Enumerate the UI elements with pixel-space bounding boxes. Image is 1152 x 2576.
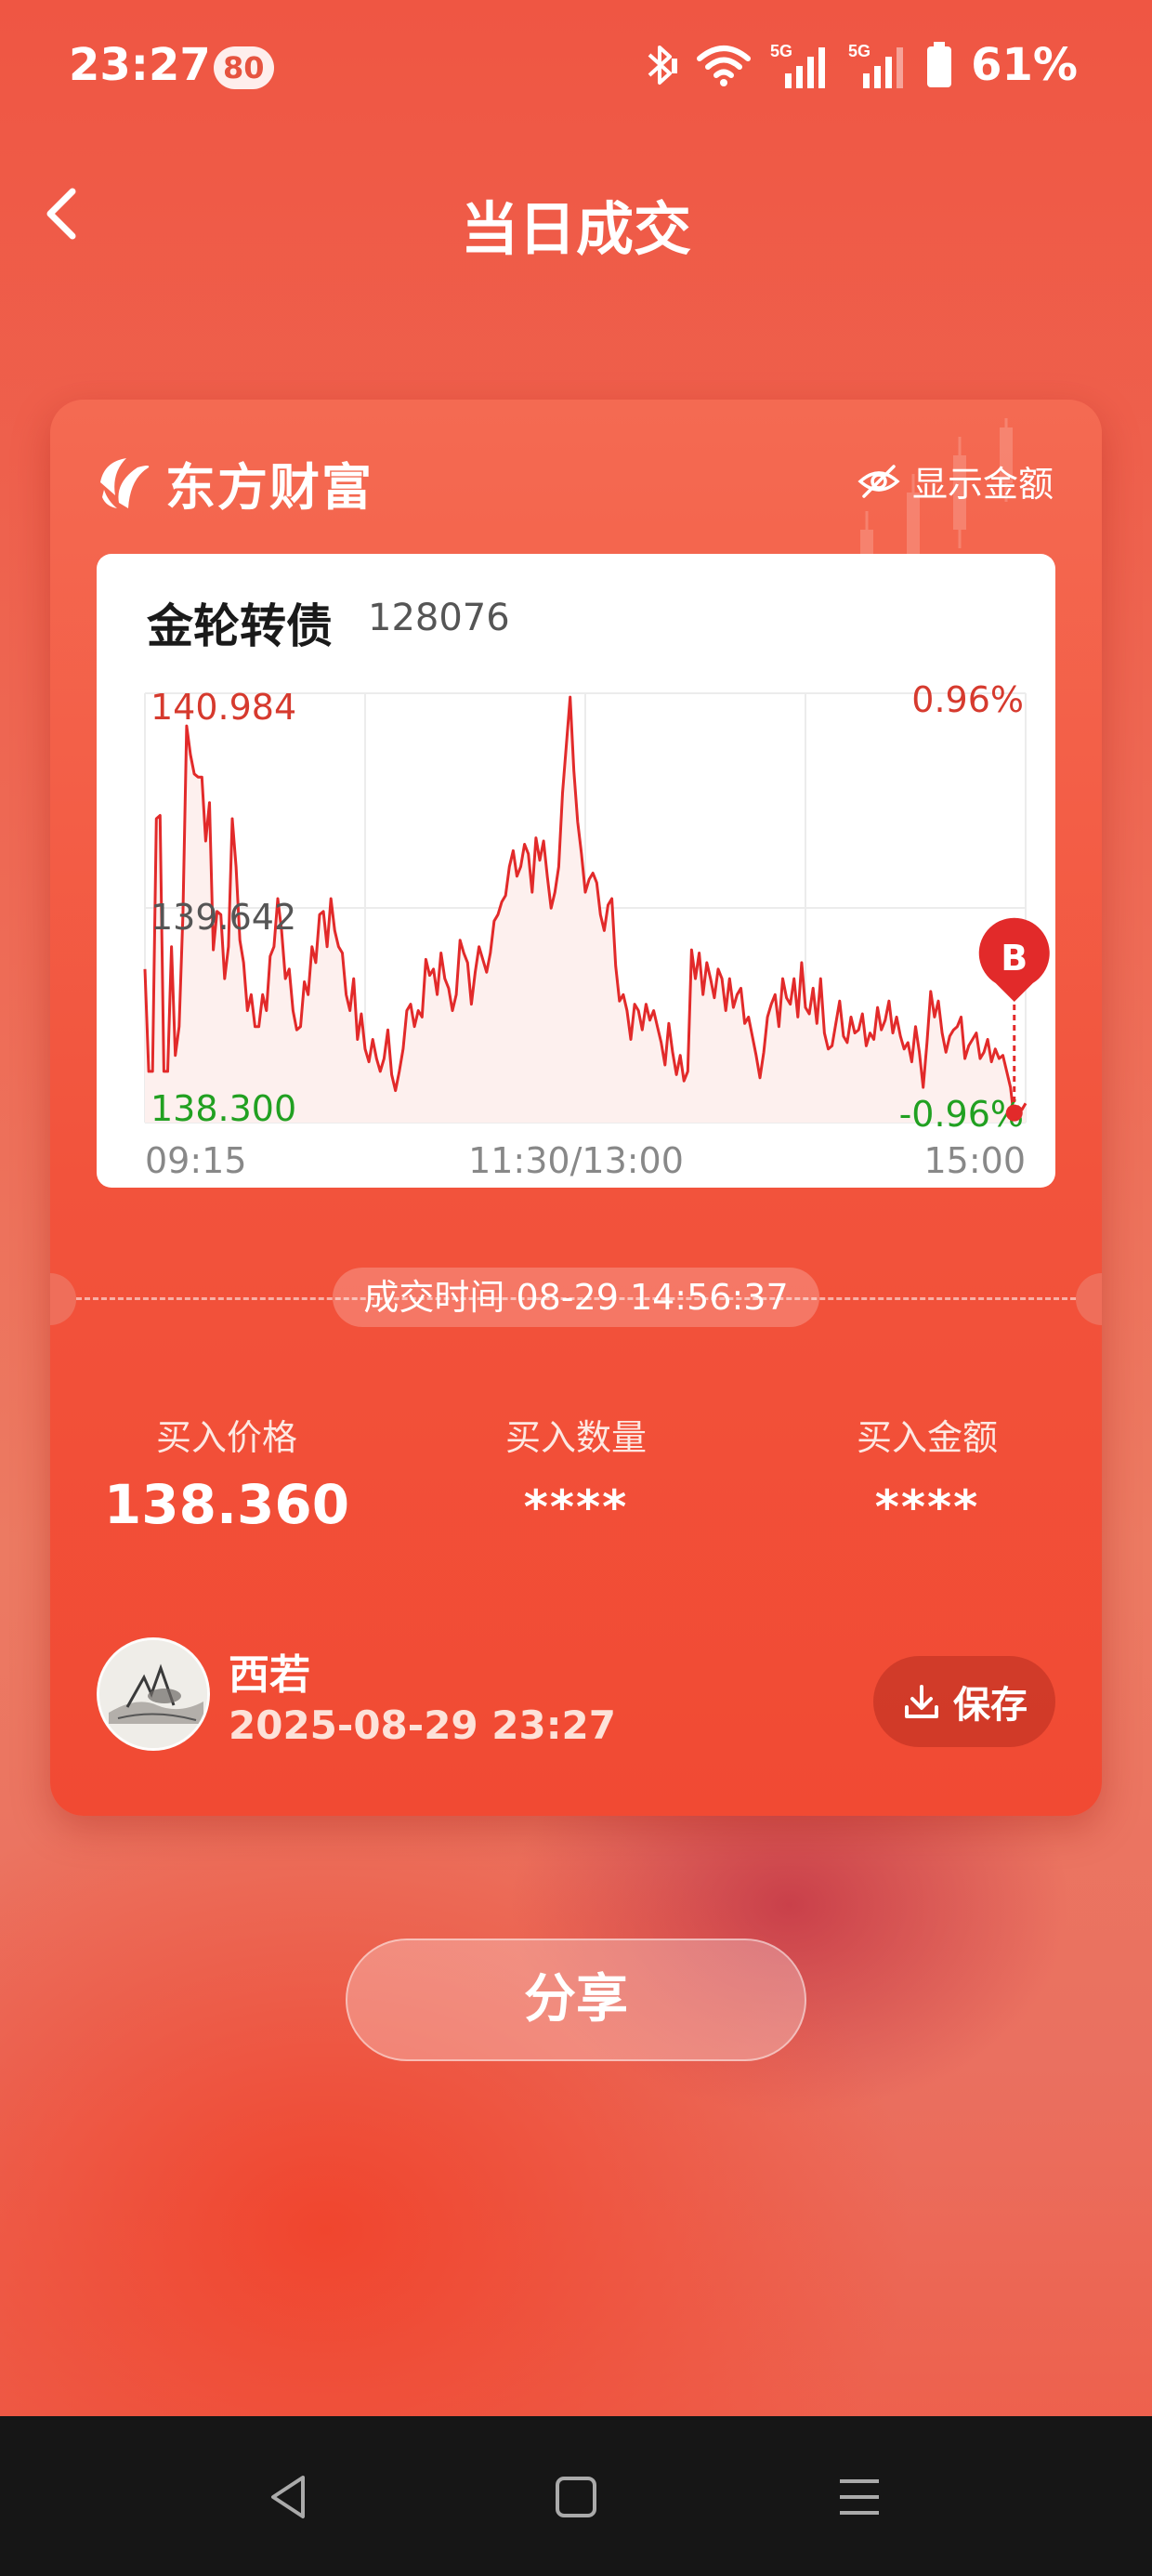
nav-menu-button[interactable] xyxy=(827,2464,892,2530)
avatar[interactable] xyxy=(97,1637,210,1751)
svg-text:5G: 5G xyxy=(848,42,871,60)
y-label-mid: 139.642 xyxy=(151,897,296,938)
metric-buy-price: 买入价格 138.360 xyxy=(87,1409,366,1536)
nav-home-button[interactable] xyxy=(543,2464,609,2530)
chart-panel: 金轮转债 128076 140.984 139.642 138.300 0.96… xyxy=(97,554,1055,1188)
ticket-notch-right xyxy=(1076,1273,1102,1325)
bluetooth-icon xyxy=(648,46,678,85)
signal-5g-icon-2: 5G xyxy=(848,42,904,88)
metric-buy-amount: 买入金额 **** xyxy=(788,1409,1067,1534)
svg-text:5G: 5G xyxy=(770,42,792,60)
metric-label: 买入金额 xyxy=(856,1417,998,1458)
page-title: 当日成交 xyxy=(460,195,691,263)
user-datetime: 2025-08-29 23:27 xyxy=(229,1702,616,1748)
save-button[interactable]: 保存 xyxy=(873,1656,1055,1747)
metric-buy-quantity: 买入数量 **** xyxy=(437,1409,715,1534)
download-icon xyxy=(905,1685,938,1718)
status-time: 23:27 xyxy=(69,39,211,91)
user-name: 西若 xyxy=(229,1651,310,1699)
buy-marker-dot xyxy=(1005,1104,1023,1122)
metric-value: **** xyxy=(523,1480,629,1534)
square-home-icon xyxy=(556,2477,596,2517)
x-tick-open: 09:15 xyxy=(145,1140,247,1181)
brand-name: 东方财富 xyxy=(165,458,373,517)
status-bar: 23:27 80 5G 5G 61% xyxy=(0,0,1152,139)
share-button[interactable]: 分享 xyxy=(346,1939,806,2061)
y-label-high: 140.984 xyxy=(151,687,296,728)
show-amount-label: 显示金额 xyxy=(911,464,1054,505)
metric-label: 买入价格 xyxy=(155,1417,297,1458)
status-icons: 5G 5G 61% xyxy=(644,37,1078,93)
signal-5g-icon: 5G xyxy=(770,42,826,88)
pct-label-high: 0.96% xyxy=(911,679,1024,720)
eastmoney-logo-icon xyxy=(100,457,150,508)
avatar-ink-painting-icon xyxy=(99,1640,207,1748)
wifi-icon xyxy=(697,46,752,86)
save-label: 保存 xyxy=(953,1684,1028,1727)
trade-time-pill: 成交时间 08-29 14:56:37 xyxy=(333,1268,819,1327)
metric-value: 138.360 xyxy=(103,1473,350,1536)
menu-lines-icon xyxy=(840,2479,879,2515)
nav-back-button[interactable] xyxy=(256,2464,321,2530)
buy-marker-label: B xyxy=(1001,938,1028,979)
y-label-low: 138.300 xyxy=(151,1088,296,1129)
x-tick-close: 15:00 xyxy=(923,1140,1026,1181)
battery-icon xyxy=(927,42,952,87)
system-nav-bar xyxy=(0,2416,1152,2576)
brand-logo: 东方财富 xyxy=(95,446,373,519)
battery-percent: 61% xyxy=(971,39,1078,91)
metric-value: **** xyxy=(874,1480,980,1534)
metric-label: 买入数量 xyxy=(504,1417,647,1458)
triangle-back-icon xyxy=(271,2476,305,2518)
show-amount-toggle[interactable]: 显示金额 xyxy=(857,455,1054,506)
pct-label-low: -0.96% xyxy=(899,1094,1024,1135)
trade-card: 东方财富 显示金额 金轮转债 128076 140.984 139.642 13… xyxy=(50,400,1102,1816)
ticket-notch-left xyxy=(50,1273,76,1325)
eye-hidden-icon xyxy=(857,464,900,498)
status-badge: 80 xyxy=(214,46,274,89)
x-tick-midday: 11:30/13:00 xyxy=(468,1140,684,1181)
intraday-price-chart: 140.984 139.642 138.300 0.96% -0.96% 09:… xyxy=(143,679,1050,1181)
